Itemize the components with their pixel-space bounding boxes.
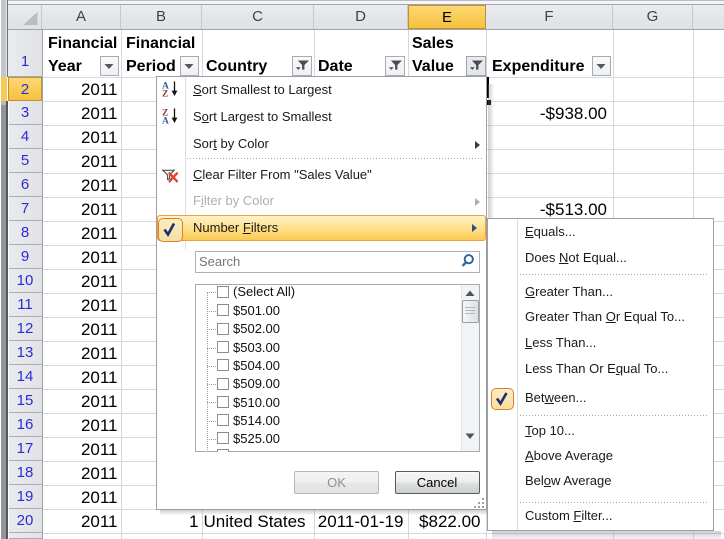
svg-text:Z: Z: [162, 90, 168, 99]
svg-text:A: A: [162, 117, 169, 126]
